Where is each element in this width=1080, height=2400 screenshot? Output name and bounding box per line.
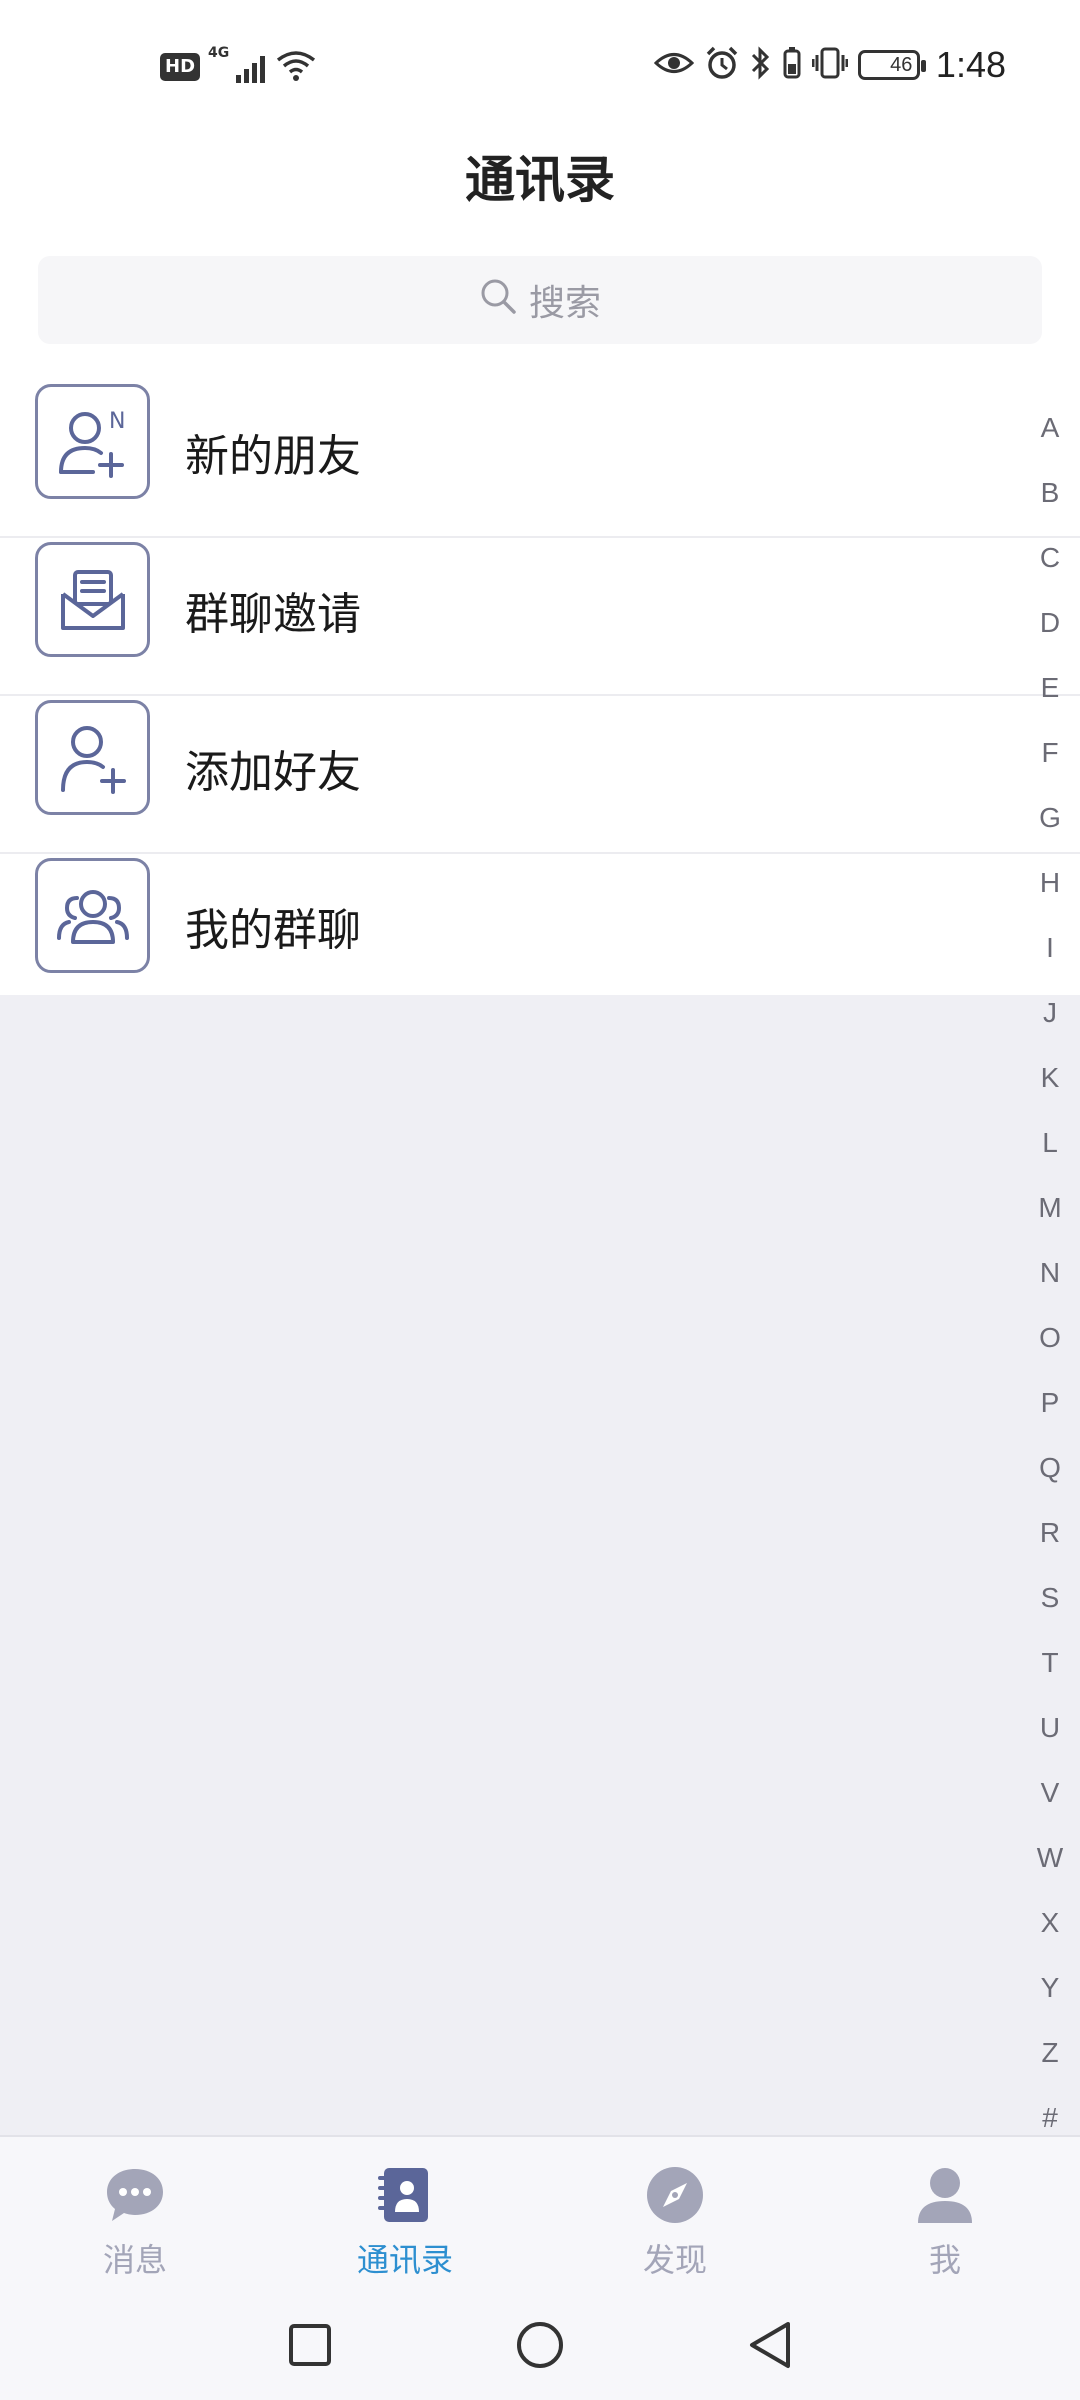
tab-contacts[interactable]: 通讯录 [270, 2137, 540, 2295]
alpha-index-letter[interactable]: E [1041, 655, 1060, 720]
tab-discover[interactable]: 发现 [540, 2137, 810, 2295]
alphabet-index[interactable]: A B C D E F G H I J K L M N O P Q R S T U V W X Y Z # [1020, 395, 1080, 2150]
menu-label: 添加好友 [185, 747, 361, 798]
alpha-index-letter[interactable]: U [1040, 1695, 1060, 1760]
alpha-index-letter[interactable]: Q [1039, 1435, 1061, 1500]
compass-icon [643, 2163, 707, 2227]
alpha-index-letter[interactable]: A [1041, 395, 1060, 460]
alpha-index-letter[interactable]: L [1042, 1110, 1058, 1175]
alpha-index-letter[interactable]: X [1041, 1890, 1060, 1955]
chat-bubble-icon [103, 2163, 167, 2227]
contacts-book-icon [373, 2163, 437, 2227]
new-friend-icon: N [35, 384, 150, 499]
alpha-index-letter[interactable]: O [1039, 1305, 1061, 1370]
menu-item-add-friend[interactable]: 添加好友 [0, 696, 1080, 854]
alpha-index-letter[interactable]: T [1041, 1630, 1058, 1695]
signal-icon: 4G [208, 45, 266, 83]
status-time: 1:48 [935, 44, 1006, 85]
hd-badge: HD [160, 53, 201, 81]
add-friend-icon [35, 700, 150, 815]
svg-text:N: N [109, 409, 125, 434]
alpha-index-letter[interactable]: F [1041, 720, 1058, 785]
status-bar: HD 4G 46 1:48 [0, 0, 1080, 130]
alpha-index-letter[interactable]: R [1040, 1500, 1060, 1565]
recents-button[interactable] [280, 2315, 340, 2375]
alpha-index-letter[interactable]: D [1040, 590, 1060, 655]
alpha-index-letter[interactable]: H [1040, 850, 1060, 915]
page-title: 通讯录 [465, 151, 615, 209]
alpha-index-letter[interactable]: S [1041, 1565, 1060, 1630]
search-icon [479, 277, 517, 324]
tab-label: 发现 [642, 2241, 707, 2279]
menu-item-new-friends[interactable]: N 新的朋友 [0, 380, 1080, 538]
alpha-index-letter[interactable]: N [1040, 1240, 1060, 1305]
status-right: 46 1:48 [653, 44, 1006, 86]
battery-level: 46 [890, 53, 913, 76]
tab-label: 我 [928, 2241, 961, 2279]
alpha-index-letter[interactable]: C [1040, 525, 1060, 590]
alpha-index-letter[interactable]: I [1046, 915, 1054, 980]
tab-me[interactable]: 我 [810, 2137, 1080, 2295]
tab-messages[interactable]: 消息 [0, 2137, 270, 2295]
wifi-icon [275, 48, 317, 86]
contacts-menu: N 新的朋友 群聊邀请 添加好友 我的群聊 [0, 380, 1080, 1012]
home-button[interactable] [510, 2315, 570, 2375]
battery-saver-icon [782, 46, 802, 84]
alpha-index-letter[interactable]: B [1041, 460, 1060, 525]
menu-item-my-groups[interactable]: 我的群聊 [0, 854, 1080, 1012]
alpha-index-letter[interactable]: Z [1041, 2020, 1058, 2085]
alpha-index-letter[interactable]: V [1041, 1760, 1060, 1825]
back-button[interactable] [740, 2315, 800, 2375]
vibrate-icon [811, 46, 849, 84]
alpha-index-letter[interactable]: G [1039, 785, 1061, 850]
menu-label: 群聊邀请 [185, 589, 361, 640]
alpha-index-letter[interactable]: M [1038, 1175, 1061, 1240]
bottom-tab-bar: 消息 通讯录 发现 我 [0, 2135, 1080, 2295]
search-input[interactable]: 搜索 [38, 256, 1042, 344]
eye-icon [653, 48, 695, 82]
alpha-index-letter[interactable]: J [1043, 980, 1057, 1045]
group-invite-icon [35, 542, 150, 657]
alpha-index-letter[interactable]: P [1041, 1370, 1060, 1435]
system-nav-bar [0, 2295, 1080, 2400]
alarm-icon [704, 45, 740, 85]
network-label: 4G [208, 45, 230, 61]
status-left: HD 4G [160, 45, 317, 86]
tab-label: 通讯录 [356, 2241, 453, 2279]
alpha-index-letter[interactable]: K [1041, 1045, 1060, 1110]
menu-label: 我的群聊 [185, 905, 361, 956]
menu-item-group-invites[interactable]: 群聊邀请 [0, 538, 1080, 696]
menu-label: 新的朋友 [185, 431, 361, 482]
bluetooth-icon [750, 45, 772, 85]
battery-icon: 46 [857, 50, 926, 80]
alpha-index-letter[interactable]: W [1037, 1825, 1063, 1890]
person-icon [913, 2163, 977, 2227]
tab-label: 消息 [102, 2241, 167, 2279]
search-placeholder: 搜索 [528, 283, 601, 324]
my-groups-icon [35, 858, 150, 973]
alpha-index-letter[interactable]: Y [1041, 1955, 1060, 2020]
